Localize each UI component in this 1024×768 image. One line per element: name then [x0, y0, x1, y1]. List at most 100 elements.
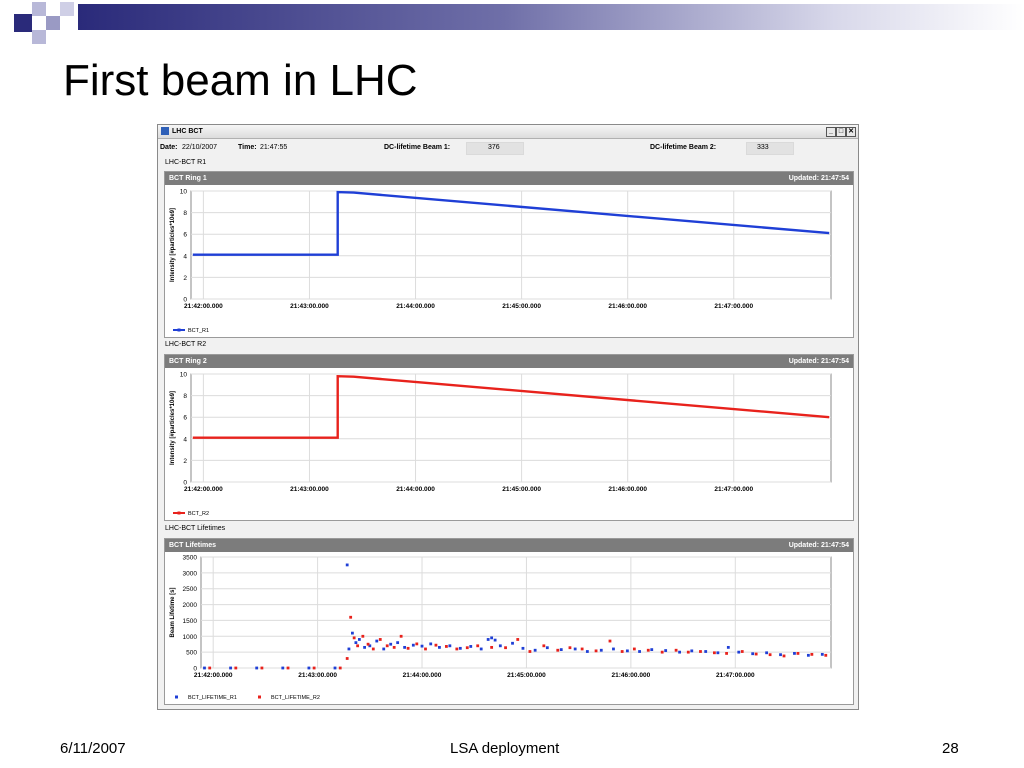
data-point-BCT_LIFETIME_R1 [403, 645, 407, 649]
y-tick-label: 0 [183, 480, 187, 487]
data-point-BCT_LIFETIME_R2 [415, 642, 419, 646]
y-tick-label: 0 [183, 297, 187, 304]
data-point-BCT_LIFETIME_R1 [751, 652, 755, 656]
data-point-BCT_LIFETIME_R1 [612, 647, 615, 651]
data-point-BCT_LIFETIME_R2 [366, 642, 370, 646]
data-point-BCT_LIFETIME_R1 [521, 646, 525, 650]
data-point-BCT_LIFETIME_R1 [382, 647, 386, 651]
data-point-BCT_LIFETIME_R1 [307, 666, 311, 670]
data-point-BCT_LIFETIME_R2 [260, 666, 264, 670]
y-axis-label: Intensity [#particles*10e9] [170, 208, 176, 282]
data-point-BCT_LIFETIME_R2 [286, 666, 290, 670]
x-tick-label: 21:42:00.000 [184, 303, 223, 310]
slide-title: First beam in LHC [63, 56, 418, 105]
time-label: Time: [238, 144, 257, 151]
corner-square-lavender [46, 16, 60, 30]
panel-header: BCT Ring 2 Updated: 21:47:54 [165, 355, 853, 368]
data-point-BCT_LIFETIME_R2 [594, 649, 598, 653]
data-point-BCT_LIFETIME_R1 [737, 650, 741, 654]
data-point-BCT_LIFETIME_R1 [625, 649, 629, 653]
data-point-BCT_LIFETIME_R1 [493, 638, 497, 642]
corner-square-lavender [32, 2, 46, 16]
data-point-BCT_LIFETIME_R2 [371, 647, 375, 651]
data-point-BCT_LIFETIME_R1 [704, 650, 708, 653]
y-tick-label: 10 [180, 372, 188, 379]
header-gradient-bar [78, 4, 1024, 30]
x-tick-label: 21:44:00.000 [403, 672, 442, 679]
data-point-BCT_LIFETIME_R1 [533, 648, 537, 652]
data-point-BCT_LIFETIME_R2 [580, 647, 584, 651]
legend-label: BCT_R1 [188, 328, 209, 334]
data-point-BCT_LIFETIME_R1 [650, 648, 654, 652]
data-point-BCT_LIFETIME_R1 [375, 639, 379, 643]
x-tick-label: 21:44:00.000 [396, 486, 435, 493]
y-tick-label: 2 [183, 458, 187, 465]
data-point-BCT_LIFETIME_R2 [768, 653, 772, 657]
data-point-BCT_LIFETIME_R1 [726, 645, 730, 649]
legend-marker [177, 328, 181, 332]
data-point-BCT_LIFETIME_R1 [690, 649, 694, 653]
y-tick-label: 1000 [183, 634, 198, 641]
x-tick-label: 21:45:00.000 [502, 486, 541, 493]
data-point-BCT_LIFETIME_R2 [490, 645, 494, 649]
minimize-button[interactable]: _ [826, 127, 836, 137]
data-point-BCT_LIFETIME_R1 [678, 650, 681, 654]
x-tick-label: 21:43:00.000 [290, 486, 329, 493]
legend-marker [175, 695, 178, 699]
x-tick-label: 21:45:00.000 [507, 672, 546, 679]
maximize-button[interactable]: □ [836, 127, 846, 137]
data-point-BCT_LIFETIME_R2 [406, 646, 410, 650]
plot-area [200, 556, 832, 669]
data-point-BCT_LIFETIME_R1 [448, 644, 452, 648]
data-point-BCT_LIFETIME_R1 [486, 638, 490, 641]
data-point-BCT_LIFETIME_R2 [608, 639, 612, 643]
data-point-BCT_LIFETIME_R2 [824, 653, 828, 657]
panel-bct-lifetimes: BCT Lifetimes Updated: 21:47:54 21:42:00… [164, 538, 854, 705]
corner-square-lavender [60, 2, 74, 16]
data-point-BCT_LIFETIME_R2 [356, 644, 360, 648]
data-point-BCT_LIFETIME_R1 [765, 651, 769, 655]
window-titlebar[interactable]: LHC BCT _ □ ✕ [158, 125, 858, 139]
app-icon [161, 127, 169, 135]
data-point-BCT_LIFETIME_R1 [559, 648, 563, 652]
data-point-BCT_LIFETIME_R2 [674, 648, 678, 652]
data-point-BCT_LIFETIME_R2 [476, 644, 480, 648]
data-point-BCT_LIFETIME_R1 [255, 666, 259, 670]
y-tick-label: 10 [180, 189, 188, 196]
x-tick-label: 21:44:00.000 [396, 303, 435, 310]
panel-header: BCT Ring 1 Updated: 21:47:54 [165, 172, 853, 185]
y-tick-label: 8 [183, 210, 187, 217]
close-button[interactable]: ✕ [846, 127, 856, 137]
chart-bct-ring-2: 21:42:00.000 21:43:00.000 21:44:00.000 21:4… [170, 372, 832, 517]
data-point-BCT_LIFETIME_R2 [516, 638, 520, 641]
data-point-BCT_LIFETIME_R2 [740, 650, 744, 653]
corner-square-navy [14, 14, 32, 32]
data-point-BCT_LIFETIME_R2 [361, 634, 365, 638]
data-point-BCT_LIFETIME_R2 [528, 650, 532, 653]
data-point-BCT_LIFETIME_R2 [725, 652, 728, 655]
panel-updated: Updated: 21:47:54 [788, 542, 849, 549]
legend-label: BCT_R2 [188, 511, 209, 517]
data-point-BCT_LIFETIME_R1 [203, 666, 206, 670]
panel-bct-ring-2: BCT Ring 2 Updated: 21:47:54 21:42:00.00… [164, 354, 854, 521]
data-point-BCT_LIFETIME_R2 [208, 666, 212, 670]
window-title: LHC BCT [172, 128, 203, 135]
chart-bct-ring-1: 21:42:00.000 21:43:00.000 21:44:00.000 21:4… [170, 189, 832, 334]
panel-updated: Updated: 21:47:54 [788, 358, 849, 365]
data-point-BCT_LIFETIME_R2 [434, 643, 438, 647]
data-point-BCT_LIFETIME_R2 [620, 650, 624, 653]
data-point-BCT_LIFETIME_R2 [699, 650, 702, 653]
lhc-bct-window: LHC BCT _ □ ✕ Date: 22/10/2007 Time: 21:… [157, 124, 859, 710]
legend-marker [258, 695, 261, 699]
legend-label: BCT_LIFETIME_R1 [188, 695, 237, 701]
chart-bct-lifetimes: 21:42:00.000 21:43:00.000 21:44:00.000 21:4… [170, 555, 832, 701]
x-tick-label: 21:46:00.000 [608, 486, 647, 493]
y-tick-label: 6 [183, 232, 187, 239]
data-point-BCT_LIFETIME_R2 [352, 636, 356, 640]
x-tick-label: 21:42:00.000 [184, 486, 223, 493]
legend-marker [177, 511, 181, 515]
data-point-BCT_LIFETIME_R1 [793, 652, 796, 655]
data-point-BCT_LIFETIME_R2 [349, 615, 353, 619]
data-point-BCT_LIFETIME_R1 [429, 642, 433, 646]
y-axis-label: Beam Lifetime [s] [170, 587, 176, 637]
